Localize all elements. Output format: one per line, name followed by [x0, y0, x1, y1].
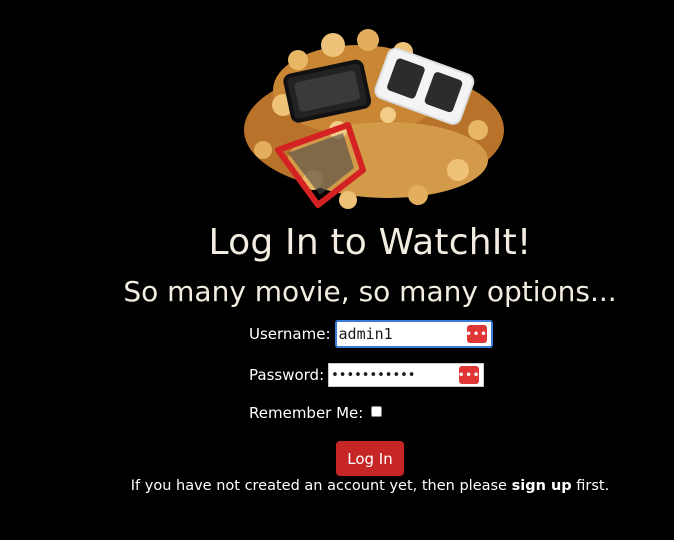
password-label: Password:: [249, 366, 325, 384]
signup-link[interactable]: sign up: [512, 478, 572, 494]
signup-prompt: If you have not created an account yet, …: [0, 478, 674, 494]
signup-prompt-prefix: If you have not created an account yet, …: [130, 478, 512, 494]
remember-row: Remember Me:: [249, 404, 383, 422]
hero-image: [238, 20, 510, 216]
page-subtitle: So many movie, so many options...: [123, 275, 617, 308]
username-field-wrapper: •••: [334, 320, 493, 348]
remember-checkbox[interactable]: [371, 405, 383, 417]
password-manager-key-icon[interactable]: •••: [465, 325, 487, 343]
popcorn-pile: [244, 29, 504, 209]
password-row: Password: •••: [249, 363, 485, 387]
signup-prompt-suffix: first.: [571, 478, 610, 494]
remember-label: Remember Me:: [249, 404, 364, 422]
page-title: Log In to WatchIt!: [208, 222, 532, 263]
username-label: Username:: [249, 325, 331, 343]
popcorn-glasses-icon: [244, 29, 504, 209]
password-field-wrapper: •••: [328, 363, 485, 387]
login-button[interactable]: Log In: [336, 441, 404, 476]
username-row: Username: •••: [249, 320, 493, 348]
password-manager-key-icon[interactable]: •••: [458, 366, 479, 384]
